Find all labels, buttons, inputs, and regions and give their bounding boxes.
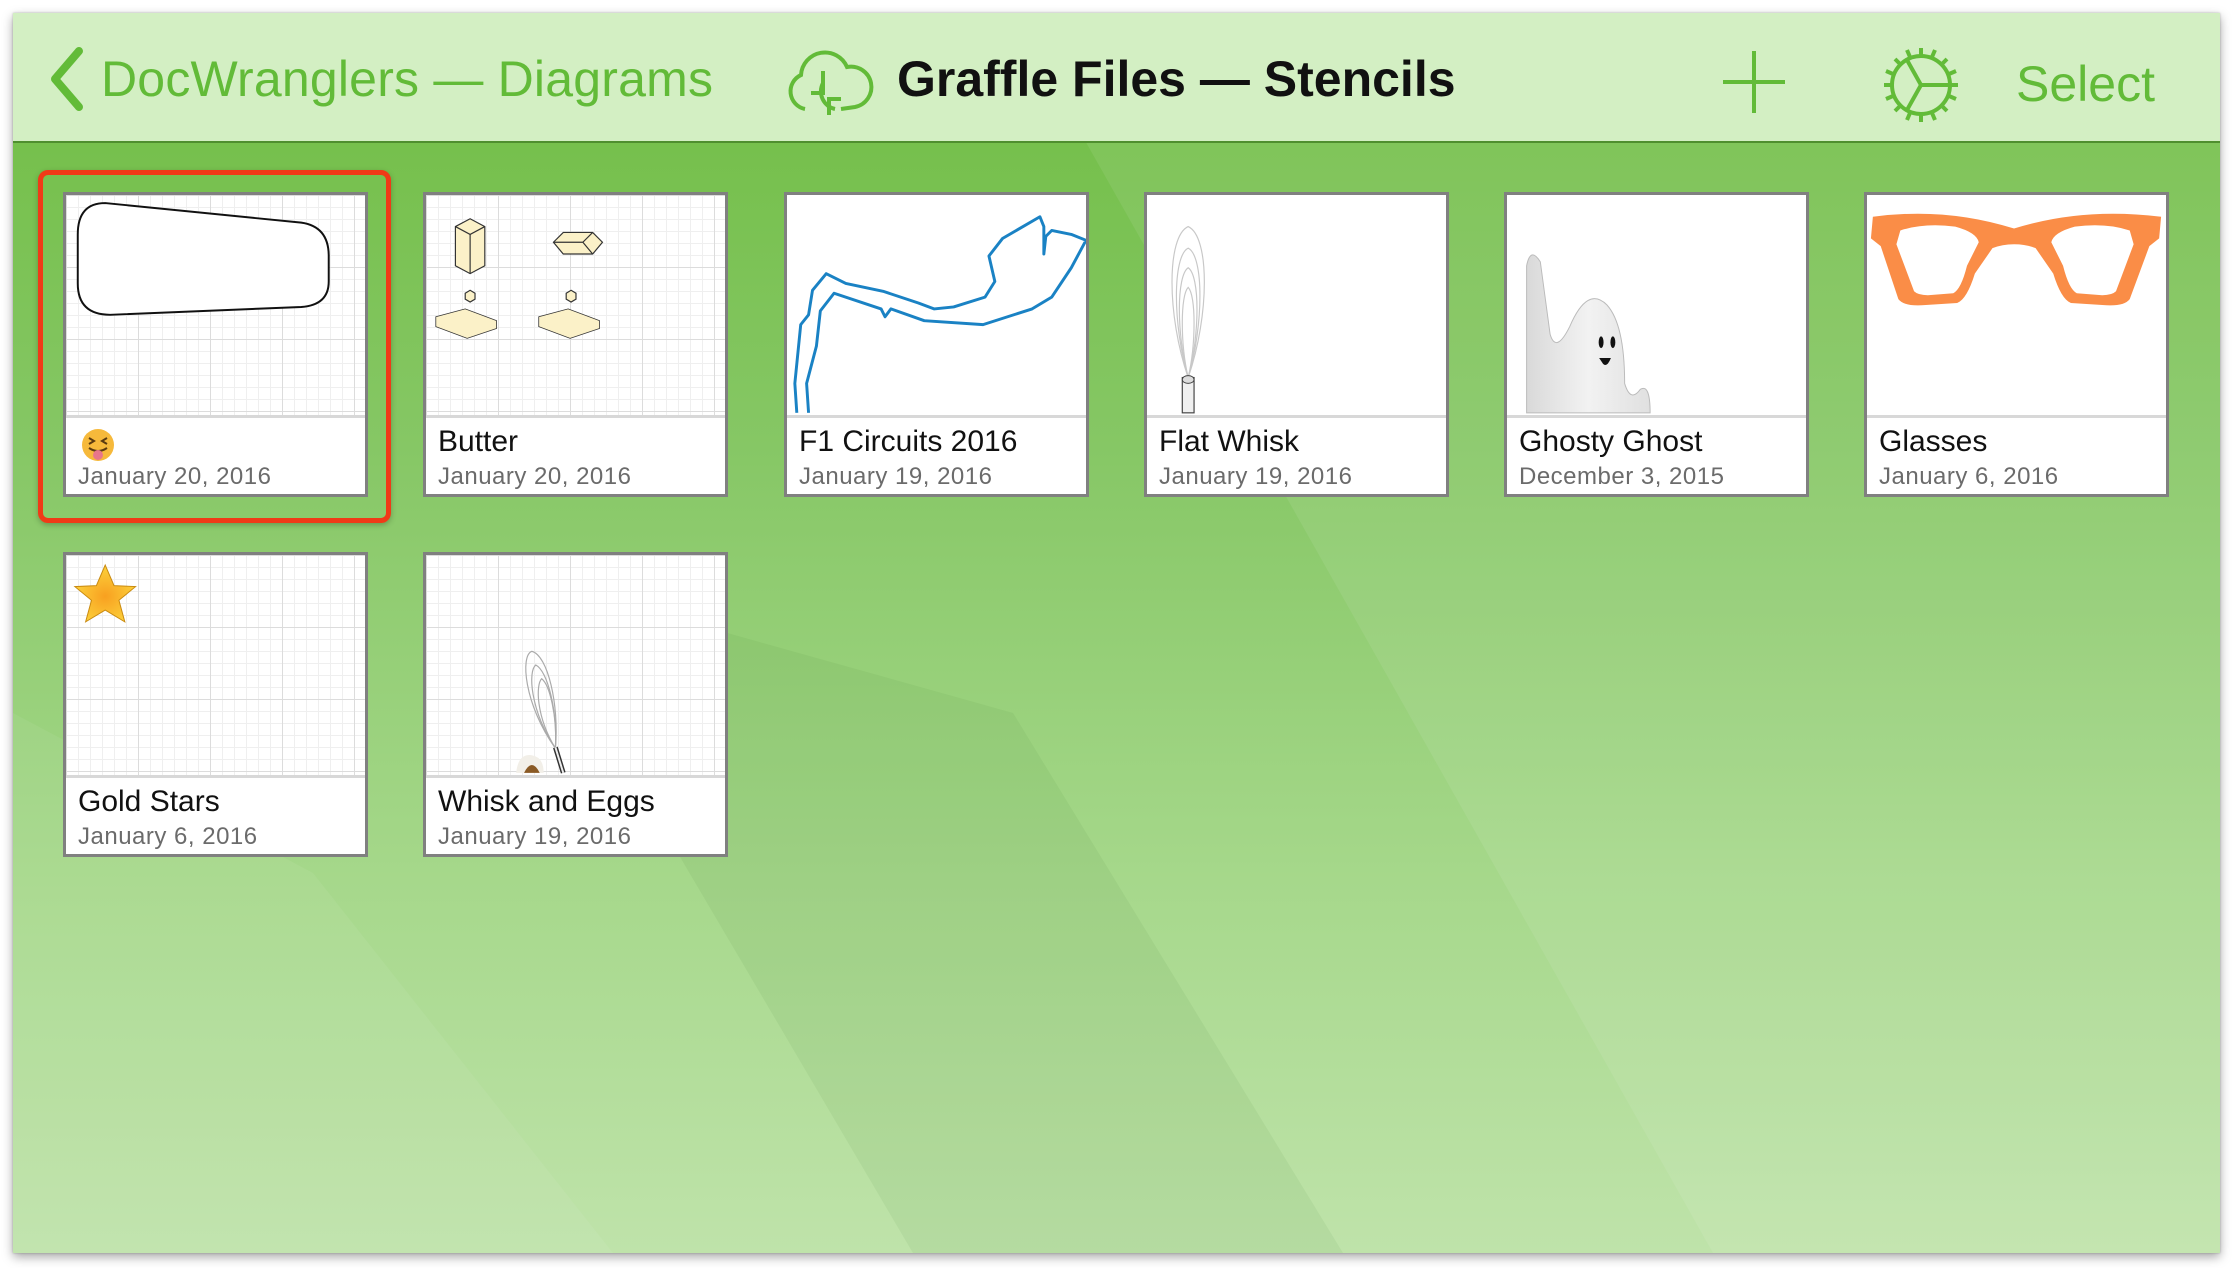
- document-thumbnail: [787, 195, 1086, 418]
- document-card[interactable]: Whisk and Eggs January 19, 2016: [423, 552, 728, 857]
- document-card[interactable]: Ghosty Ghost December 3, 2015: [1504, 192, 1809, 497]
- navigation-bar: DocWranglers — Diagrams Graffle Files — …: [13, 13, 2220, 143]
- isometric-butter-blocks: [435, 218, 604, 339]
- whisk-and-eggs: [516, 650, 566, 774]
- document-card[interactable]: January 20, 2016: [63, 192, 368, 497]
- document-date: January 6, 2016: [78, 823, 258, 850]
- flat-whisk: [1171, 225, 1205, 414]
- document-title: Flat Whisk: [1159, 425, 1300, 458]
- document-card[interactable]: Gold Stars January 6, 2016: [63, 552, 368, 857]
- document-thumbnail: [1147, 195, 1446, 418]
- document-date: January 20, 2016: [438, 463, 632, 490]
- document-thumbnail: [66, 555, 365, 778]
- app-window: DocWranglers — Diagrams Graffle Files — …: [13, 13, 2220, 1253]
- document-card[interactable]: F1 Circuits 2016 January 19, 2016: [784, 192, 1089, 497]
- plus-icon[interactable]: [1723, 49, 1785, 115]
- rounded-trapezoid-shape: [76, 202, 330, 316]
- document-thumbnail: [66, 195, 365, 418]
- document-title: Glasses: [1879, 425, 1988, 458]
- document-title: Whisk and Eggs: [438, 785, 655, 818]
- title-area: Graffle Files — Stencils: [783, 43, 1456, 115]
- document-date: January 6, 2016: [1879, 463, 2059, 490]
- gear-icon[interactable]: [1881, 45, 1961, 125]
- ghost: [1526, 254, 1651, 414]
- document-thumbnail: [1507, 195, 1806, 418]
- race-circuit-outline: [793, 215, 1086, 413]
- page-title: Graffle Files — Stencils: [897, 51, 1456, 107]
- document-date: December 3, 2015: [1519, 463, 1725, 490]
- document-title: Ghosty Ghost: [1519, 425, 1703, 458]
- document-card[interactable]: Glasses January 6, 2016: [1864, 192, 2169, 497]
- document-thumbnail: [1867, 195, 2166, 418]
- document-date: January 19, 2016: [438, 823, 632, 850]
- document-thumbnail: [426, 555, 725, 778]
- gold-star: [73, 563, 137, 623]
- document-date: January 20, 2016: [78, 463, 272, 490]
- document-title: Gold Stars: [78, 785, 220, 818]
- document-card[interactable]: Flat Whisk January 19, 2016: [1144, 192, 1449, 497]
- document-card[interactable]: Butter January 20, 2016: [423, 192, 728, 497]
- back-button[interactable]: DocWranglers — Diagrams: [47, 47, 713, 111]
- select-button[interactable]: Select: [2016, 55, 2155, 113]
- cloud-sync-icon[interactable]: [783, 43, 875, 115]
- back-button-label: DocWranglers — Diagrams: [101, 51, 714, 107]
- document-title: F1 Circuits 2016: [799, 425, 1018, 458]
- chevron-left-icon: [51, 47, 83, 111]
- document-date: January 19, 2016: [799, 463, 993, 490]
- document-date: January 19, 2016: [1159, 463, 1353, 490]
- document-title: Butter: [438, 425, 519, 458]
- document-thumbnail: [426, 195, 725, 418]
- orange-glasses: [1870, 213, 2162, 306]
- tongue-emoji-icon: [82, 429, 114, 461]
